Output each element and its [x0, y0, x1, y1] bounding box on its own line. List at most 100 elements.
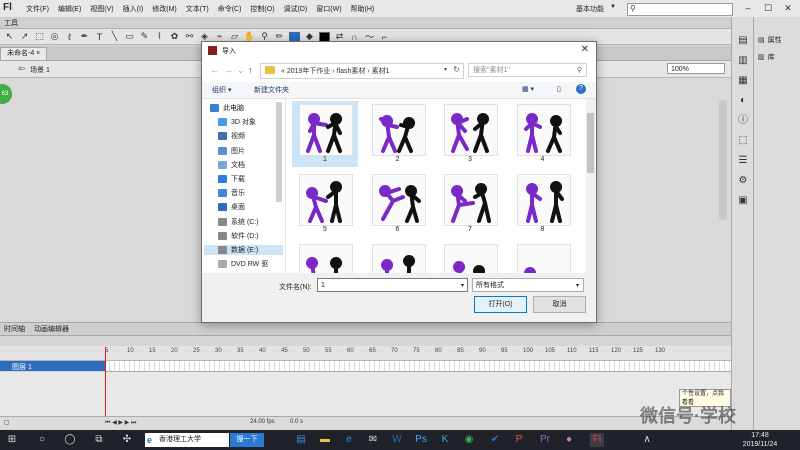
edge-icon[interactable]: e [342, 433, 356, 447]
help-search-input[interactable]: ⚲ [627, 3, 733, 16]
stage-scrollbar[interactable] [719, 100, 727, 220]
nav-item[interactable]: DVD RW 驱 [218, 259, 268, 269]
file-tile[interactable]: 8 [510, 171, 576, 237]
brush-icon[interactable]: ⌇ [154, 31, 165, 42]
tab-timeline[interactable]: 时间轴 [4, 324, 25, 334]
nav-item[interactable]: 图片 [218, 146, 245, 156]
back-arrow-icon[interactable]: ⇦ [18, 64, 25, 73]
powerpoint-icon[interactable]: P [512, 433, 526, 447]
task-manager-icon[interactable]: ▤ [294, 433, 308, 447]
file-tile[interactable]: 7 [437, 171, 503, 237]
tab-properties[interactable]: ▤ 属性 [758, 35, 782, 45]
nav-item[interactable]: 音乐 [218, 188, 245, 198]
playhead[interactable] [105, 347, 106, 416]
nav-scrollbar[interactable] [276, 102, 282, 202]
dialog-close-icon[interactable]: ✕ [581, 44, 589, 55]
help-icon[interactable]: ? [576, 84, 586, 94]
file-tile[interactable]: 2 [365, 101, 431, 167]
windows-start-icon[interactable]: ⊞ [5, 433, 19, 447]
deco-icon[interactable]: ✿ [169, 31, 180, 42]
task-view-icon[interactable]: ⧉ [92, 433, 106, 447]
nav-item[interactable]: 视频 [218, 131, 245, 141]
file-tile[interactable]: 3 [437, 101, 503, 167]
breadcrumb[interactable]: « 2019年下作业 › flash素材 › 素材1 ▾ ↻ [260, 63, 464, 79]
menu-item[interactable]: 命令(C) [218, 4, 242, 14]
menu-item[interactable]: 修改(M) [152, 4, 177, 14]
refresh-icon[interactable]: ↻ [453, 65, 460, 74]
forward-icon[interactable]: → [224, 65, 233, 75]
file-grid-scrollbar[interactable] [586, 99, 595, 273]
maximize-icon[interactable]: ☐ [758, 1, 778, 15]
app-blue-icon[interactable]: ✔ [488, 433, 502, 447]
fps-readout[interactable]: 24.00 fps [250, 419, 275, 425]
fan-icon[interactable]: ✣ [120, 433, 134, 447]
color-icon[interactable]: ◐ [737, 95, 749, 107]
frame-cells[interactable] [105, 361, 731, 372]
tab-library[interactable]: ▥ 库 [758, 52, 775, 62]
back-icon[interactable]: ← [210, 65, 219, 75]
file-tile[interactable]: 1 [292, 101, 358, 167]
align-icon[interactable]: ☰ [737, 155, 749, 167]
view-options-icon[interactable]: ▦ ▾ [522, 85, 534, 93]
menu-item[interactable]: 编辑(E) [58, 4, 81, 14]
zoom-select[interactable]: 100% [667, 63, 725, 74]
nav-item[interactable]: 此电脑 [210, 103, 244, 113]
file-tile[interactable] [437, 241, 503, 273]
3d-rotation-icon[interactable]: ◎ [49, 31, 60, 42]
cortana-icon[interactable]: ◯ [63, 433, 77, 447]
word-icon[interactable]: W [390, 433, 404, 447]
nav-item[interactable]: 文档 [218, 160, 245, 170]
media-icon[interactable]: ● [562, 433, 576, 447]
new-folder-button[interactable]: 新建文件夹 [254, 85, 289, 95]
library-icon[interactable]: ▥ [737, 55, 749, 67]
swatches-icon[interactable]: ▦ [737, 75, 749, 87]
frame-ruler[interactable]: 5 10 15 20 25 30 35 40 45 50 55 60 65 70 75 80 85 90 95 100… [105, 348, 677, 354]
file-tile[interactable]: 4 [510, 101, 576, 167]
bone-icon[interactable]: ⚯ [184, 31, 195, 42]
components-icon[interactable]: ⚙ [737, 175, 749, 187]
flash-taskbar-icon[interactable]: Fl [590, 433, 604, 447]
transform-icon[interactable]: ⬚ [737, 135, 749, 147]
up-icon[interactable]: ↑ [248, 65, 253, 75]
app-k-icon[interactable]: K [438, 433, 452, 447]
text-tool-icon[interactable]: T [94, 31, 105, 42]
nav-item[interactable]: 下载 [218, 174, 245, 184]
chevron-down-icon[interactable]: ⌄ [237, 65, 245, 76]
subselection-tool-icon[interactable]: ↗ [19, 31, 30, 42]
selection-tool-icon[interactable]: ↖ [4, 31, 15, 42]
info-icon[interactable]: ⓘ [737, 115, 749, 127]
document-tab[interactable]: 未命名-4 × [0, 47, 48, 60]
file-tile[interactable] [292, 241, 358, 273]
free-transform-icon[interactable]: ⬚ [34, 31, 45, 42]
search-icon[interactable]: ○ [35, 433, 49, 447]
menu-item[interactable]: 插入(I) [123, 4, 144, 14]
rectangle-tool-icon[interactable]: ▭ [124, 31, 135, 42]
menu-item[interactable]: 窗口(W) [316, 4, 341, 14]
menu-item[interactable]: 调试(D) [284, 4, 308, 14]
nav-item[interactable]: 桌面 [218, 202, 245, 212]
pen-icon[interactable]: ✒ [79, 31, 90, 42]
menu-item[interactable]: 文本(T) [186, 4, 209, 14]
file-tile[interactable] [365, 241, 431, 273]
minimize-icon[interactable]: – [738, 1, 758, 15]
layer-row[interactable]: 图层 1 [0, 361, 105, 371]
new-layer-icon[interactable]: ▢ [4, 419, 10, 426]
chevron-down-icon[interactable]: ▾ [461, 279, 464, 293]
menu-item[interactable]: 视图(V) [90, 4, 113, 14]
menu-item[interactable]: 文件(F) [26, 4, 49, 14]
tab-motion-editor[interactable]: 动画编辑器 [34, 324, 69, 334]
workspace-selector[interactable]: 基本功能 [576, 4, 604, 14]
file-tile[interactable]: 6 [365, 171, 431, 237]
nav-item[interactable]: 数据 (E:) [204, 245, 283, 255]
preview-pane-icon[interactable]: ▯ [557, 85, 561, 93]
filetype-select[interactable]: 所有格式 ▾ [472, 278, 584, 292]
tray-icons[interactable]: ∧ [640, 433, 654, 447]
photoshop-icon[interactable]: Ps [414, 433, 428, 447]
file-tile[interactable]: 5 [292, 171, 358, 237]
nav-item[interactable]: 系统 (C:) [218, 217, 259, 227]
folder-search-input[interactable]: 搜索"素材1" ⚲ [468, 63, 587, 77]
file-explorer-icon[interactable]: ▬ [318, 433, 332, 447]
menu-item[interactable]: 控制(O) [250, 4, 274, 14]
playback-controls[interactable]: ⏮ ◀ ▶ ▶ ⏭ [105, 419, 136, 427]
taskbar-search-button[interactable]: 搜一下 [230, 433, 264, 447]
